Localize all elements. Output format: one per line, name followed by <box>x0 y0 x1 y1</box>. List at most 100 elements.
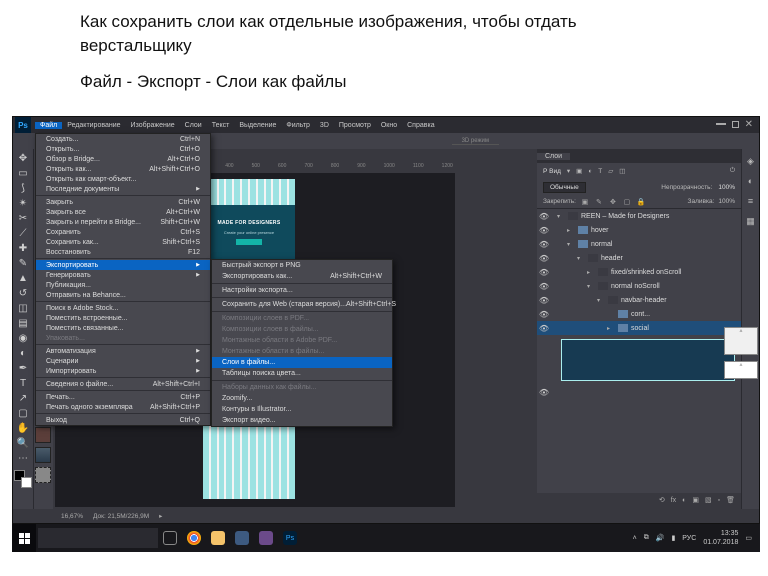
layers-tab[interactable]: Слои <box>537 153 570 160</box>
file-menu-item[interactable]: Сведения о файле...Alt+Shift+Ctrl+I <box>36 379 210 389</box>
file-menu-item[interactable]: Закрыть и перейти в Bridge...Shift+Ctrl+… <box>36 217 210 227</box>
rail-thumb-1[interactable]: A <box>724 327 758 355</box>
panel-thumb-1[interactable] <box>35 427 51 443</box>
layer-row[interactable]: 👁▾ normal noScroll <box>537 279 741 293</box>
layers-rail-icon[interactable]: ◈ <box>745 155 757 167</box>
network-icon[interactable]: ⧉ <box>644 534 649 542</box>
file-menu-item[interactable]: Закрыть всеAlt+Ctrl+W <box>36 207 210 217</box>
visibility-icon[interactable]: 👁 <box>537 226 551 235</box>
visibility-icon[interactable]: 👁 <box>537 310 551 319</box>
file-menu-item[interactable]: Последние документы <box>36 184 210 194</box>
swatch-rail-icon[interactable]: ▦ <box>745 215 757 227</box>
task-view-icon[interactable] <box>158 524 182 552</box>
menu-редактирование[interactable]: Редактирование <box>62 122 125 129</box>
tool-shape[interactable]: ▢ <box>14 406 32 420</box>
menu-справка[interactable]: Справка <box>402 122 439 129</box>
tool-marquee[interactable]: ▭ <box>14 166 32 180</box>
zoom-level[interactable]: 16,67% <box>61 513 83 520</box>
tool-eraser[interactable]: ◫ <box>14 301 32 315</box>
tool-eyedropper[interactable]: ⟋ <box>14 226 32 240</box>
maximize-button[interactable] <box>732 121 739 128</box>
tray-up-icon[interactable]: ˄ <box>633 535 637 542</box>
lock-pixels-icon[interactable]: ✎ <box>594 197 604 207</box>
file-menu-item[interactable]: Печать...Ctrl+P <box>36 392 210 402</box>
file-menu-item[interactable]: Открыть как смарт-объект... <box>36 174 210 184</box>
language-indicator[interactable]: РУС <box>682 535 696 542</box>
disclosure-icon[interactable]: ▸ <box>607 325 615 332</box>
visibility-icon[interactable]: 👁 <box>537 388 551 397</box>
filter-adjust-icon[interactable]: ◐ <box>588 168 592 175</box>
trash-icon[interactable]: 🗑 <box>726 496 735 504</box>
file-menu-item[interactable]: Обзор в Bridge...Alt+Ctrl+O <box>36 154 210 164</box>
rail-thumb-2[interactable]: A <box>724 361 758 379</box>
tool-gradient[interactable]: ▤ <box>14 316 32 330</box>
volume-icon[interactable]: 🔊 <box>656 534 665 542</box>
layer-row[interactable]: 👁 cont... <box>537 307 741 321</box>
visibility-icon[interactable]: 👁 <box>537 240 551 249</box>
disclosure-icon[interactable]: ▾ <box>557 213 565 220</box>
filter-icon[interactable]: ▾ <box>567 167 570 175</box>
battery-icon[interactable]: ▮ <box>671 534 675 542</box>
menu-слои[interactable]: Слои <box>180 122 207 129</box>
tool-blur[interactable]: ◉ <box>14 331 32 345</box>
disclosure-icon[interactable]: ▾ <box>597 297 605 304</box>
tool-path[interactable]: ↗ <box>14 391 32 405</box>
tool-heal[interactable]: ✚ <box>14 241 32 255</box>
lock-icon[interactable]: 🔒 <box>636 197 646 207</box>
chrome-icon[interactable] <box>182 524 206 552</box>
filter-text-icon[interactable]: T <box>598 168 602 175</box>
file-menu-item[interactable]: Поиск в Adobe Stock... <box>36 303 210 313</box>
group-icon[interactable]: ▧ <box>705 496 712 504</box>
file-menu-item[interactable]: Открыть...Ctrl+O <box>36 144 210 154</box>
export-menu-item[interactable]: Zoomify... <box>212 393 392 404</box>
tool-dodge[interactable]: ◐ <box>14 346 32 360</box>
visibility-icon[interactable]: 👁 <box>537 268 551 277</box>
panel-thumb-2[interactable] <box>35 447 51 463</box>
file-menu-item[interactable]: СохранитьCtrl+S <box>36 227 210 237</box>
layer-row[interactable]: 👁▾ navbar-header <box>537 293 741 307</box>
export-menu-item[interactable]: Экспорт видео... <box>212 415 392 426</box>
file-menu-item[interactable]: Открыть как...Alt+Shift+Ctrl+O <box>36 164 210 174</box>
menu-фильтр[interactable]: Фильтр <box>281 122 315 129</box>
visibility-icon[interactable]: 👁 <box>537 324 551 333</box>
lock-position-icon[interactable]: ✥ <box>608 197 618 207</box>
menu-файл[interactable]: Файл <box>35 122 62 129</box>
notifications-icon[interactable]: ▭ <box>745 534 752 542</box>
file-menu-item[interactable]: ЗакрытьCtrl+W <box>36 197 210 207</box>
layer-row[interactable]: 👁▸ social <box>537 321 741 335</box>
file-menu-item[interactable]: ВосстановитьF12 <box>36 247 210 257</box>
lock-all-icon[interactable]: ▣ <box>580 197 590 207</box>
taskbar-search[interactable] <box>38 528 158 548</box>
fg-bg-colors[interactable] <box>14 470 32 488</box>
filter-pixels-icon[interactable]: ▣ <box>576 167 582 175</box>
export-menu-item[interactable]: Контуры в Illustrator... <box>212 404 392 415</box>
adjustment-icon[interactable]: ▣ <box>692 496 699 504</box>
file-menu-item[interactable]: Экспортировать <box>36 260 210 270</box>
file-menu-item[interactable]: Поместить связанные... <box>36 323 210 333</box>
export-menu-item[interactable]: Быстрый экспорт в PNG <box>212 260 392 271</box>
disclosure-icon[interactable]: ▾ <box>587 283 595 290</box>
layer-row[interactable]: 👁▸ hover <box>537 223 741 237</box>
file-menu-item[interactable]: Отправить на Behance... <box>36 290 210 300</box>
adjust-rail-icon[interactable]: ◐ <box>745 175 757 187</box>
visibility-icon[interactable]: 👁 <box>537 212 551 221</box>
tool-move[interactable]: ✥ <box>14 151 32 165</box>
close-button[interactable]: ✕ <box>745 119 753 130</box>
menu-3d[interactable]: 3D <box>315 122 334 129</box>
visibility-icon[interactable]: 👁 <box>537 282 551 291</box>
link-layers-icon[interactable]: ⟲ <box>659 496 665 504</box>
app-icon-2[interactable] <box>254 524 278 552</box>
visibility-icon[interactable]: 👁 <box>537 296 551 305</box>
disclosure-icon[interactable]: ▾ <box>577 255 585 262</box>
export-menu-item[interactable]: Настройки экспорта... <box>212 285 392 296</box>
selected-layer-thumb[interactable] <box>561 339 735 381</box>
tool-stamp[interactable]: ▲ <box>14 271 32 285</box>
layer-row[interactable]: 👁▸ fixed/shrinked onScroll <box>537 265 741 279</box>
tool-history[interactable]: ↺ <box>14 286 32 300</box>
disclosure-icon[interactable]: ▾ <box>567 241 575 248</box>
file-menu-item[interactable]: Сценарии <box>36 356 210 366</box>
visibility-icon[interactable]: 👁 <box>537 254 551 263</box>
tool-brush[interactable]: ✎ <box>14 256 32 270</box>
filter-smart-icon[interactable]: ◫ <box>619 167 625 175</box>
tool-zoom[interactable]: 🔍 <box>14 436 32 450</box>
